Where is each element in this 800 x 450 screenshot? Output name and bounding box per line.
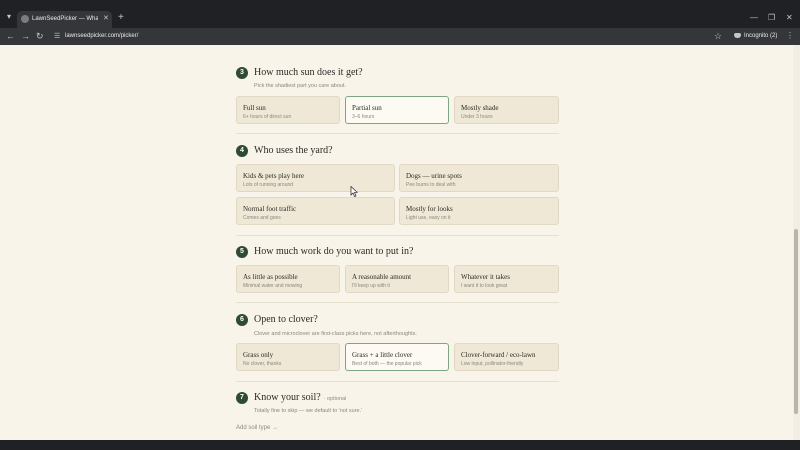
page-scrollbar[interactable] — [793, 45, 800, 440]
url-text: lawnseedpicker.com/picker/ — [65, 33, 139, 39]
question-header: 4 Who uses the yard? — [236, 144, 559, 158]
option-dogs[interactable]: Dogs — urine spots Pee burns to deal wit… — [399, 164, 559, 192]
incognito-badge[interactable]: Incognito (2) — [734, 31, 777, 41]
incognito-label: Incognito (2) — [744, 33, 778, 39]
option-subtitle: I'll keep up with it — [352, 283, 390, 289]
option-subtitle: 6+ hours of direct sun — [243, 114, 292, 120]
option-title: Clover-forward / eco-lawn — [461, 351, 536, 359]
tab-strip: ▾ LawnSeedPicker — What should ✕ + — ❐ ✕ — [0, 0, 800, 28]
window-close-icon[interactable]: ✕ — [786, 13, 793, 23]
question-title: Who uses the yard? — [254, 145, 333, 156]
question-yard-use: 4 Who uses the yard? — [236, 144, 559, 158]
option-subtitle: Comes and goes — [243, 215, 281, 221]
section-divider — [236, 302, 559, 303]
option-subtitle: Pee burns to deal with — [406, 182, 456, 188]
question-number: 5 — [236, 246, 248, 258]
section-divider — [236, 133, 559, 134]
browser-toolbar: ← → ↻ ☰ lawnseedpicker.com/picker/ ☆ Inc… — [0, 28, 800, 45]
minimize-icon[interactable]: — — [750, 13, 758, 23]
option-mostly-looks[interactable]: Mostly for looks Light use, easy on it — [399, 197, 559, 225]
option-full-sun[interactable]: Full sun 6+ hours of direct sun — [236, 96, 340, 124]
question-subtitle: Clover and microclover are first-class p… — [254, 331, 417, 337]
question-header: 6 Open to clover? — [236, 313, 559, 327]
option-title: Grass + a little clover — [352, 351, 413, 359]
option-subtitle: Under 3 hours — [461, 114, 493, 120]
mouse-pointer-icon — [350, 186, 358, 197]
question-clover: 6 Open to clover? Clover and microclover… — [236, 313, 559, 337]
question-title: How much sun does it get? — [254, 67, 363, 78]
arrow-left-icon[interactable]: ← — [6, 31, 15, 42]
option-title: A reasonable amount — [352, 273, 412, 281]
option-whatever-it-takes[interactable]: Whatever it takes I want it to look grea… — [454, 265, 559, 293]
add-soil-type-link[interactable]: Add soil type → — [236, 424, 278, 433]
option-title: Whatever it takes — [461, 273, 510, 281]
question-header: 5 How much work do you want to put in? — [236, 245, 559, 259]
question-subtitle: Totally fine to skip — we default to 'no… — [254, 408, 363, 414]
close-icon[interactable]: ✕ — [103, 14, 109, 24]
question-header: 7 Know your soil? · optional — [236, 391, 559, 405]
option-title: As little as possible — [243, 273, 298, 281]
option-grass-only[interactable]: Grass only No clover, thanks — [236, 343, 340, 371]
question-sun: 3 How much sun does it get? Pick the sha… — [236, 66, 559, 89]
scrollbar-thumb[interactable] — [794, 229, 798, 414]
section-divider — [236, 381, 559, 382]
option-subtitle: Light use, easy on it — [406, 215, 451, 221]
option-subtitle: Best of both — the popular pick — [352, 361, 422, 367]
option-partial-sun[interactable]: Partial sun 3–6 hours — [345, 96, 449, 124]
optional-label: · optional — [323, 396, 347, 402]
restore-icon[interactable]: ❐ — [768, 13, 775, 23]
option-subtitle: Minimal water and mowing — [243, 283, 303, 289]
question-number: 7 — [236, 392, 248, 404]
chevron-down-icon[interactable]: ▾ — [4, 12, 14, 22]
option-title: Partial sun — [352, 104, 382, 112]
question-title: Know your soil? · optional — [254, 391, 346, 406]
question-title-text: Know your soil? — [254, 392, 321, 403]
option-kids-pets[interactable]: Kids & pets play here Lots of running ar… — [236, 164, 395, 192]
option-title: Dogs — urine spots — [406, 172, 462, 180]
option-title: Grass only — [243, 351, 274, 359]
incognito-icon — [734, 32, 741, 38]
page-viewport: 3 How much sun does it get? Pick the sha… — [0, 45, 793, 440]
kebab-menu-icon[interactable]: ⋮ — [786, 31, 794, 41]
option-title: Full sun — [243, 104, 266, 112]
option-title: Kids & pets play here — [243, 172, 305, 180]
option-title: Mostly for looks — [406, 205, 453, 213]
arrow-right-icon[interactable]: → — [21, 31, 30, 42]
option-clover-forward[interactable]: Clover-forward / eco-lawn Low input, pol… — [454, 343, 559, 371]
tune-icon[interactable]: ☰ — [54, 31, 60, 42]
address-bar[interactable]: ☰ lawnseedpicker.com/picker/ ☆ — [50, 29, 730, 44]
option-subtitle: Low input, pollinator-friendly — [461, 361, 524, 367]
option-title: Mostly shade — [461, 104, 499, 112]
option-normal-traffic[interactable]: Normal foot traffic Comes and goes — [236, 197, 395, 225]
globe-icon — [21, 15, 29, 23]
option-title: Normal foot traffic — [243, 205, 297, 213]
option-grass-little-clover[interactable]: Grass + a little clover Best of both — t… — [345, 343, 449, 371]
option-subtitle: I want it to look great — [461, 283, 508, 289]
question-title: How much work do you want to put in? — [254, 246, 414, 257]
option-subtitle: Lots of running around — [243, 182, 294, 188]
question-soil: 7 Know your soil? · optional Totally fine… — [236, 391, 559, 414]
option-subtitle: No clover, thanks — [243, 361, 282, 367]
window-bottom-edge — [0, 440, 800, 450]
option-reasonable-work[interactable]: A reasonable amount I'll keep up with it — [345, 265, 449, 293]
question-header: 3 How much sun does it get? — [236, 66, 559, 80]
option-little-work[interactable]: As little as possible Minimal water and … — [236, 265, 340, 293]
tab-title: LawnSeedPicker — What should — [32, 16, 98, 22]
reload-icon[interactable]: ↻ — [36, 31, 44, 42]
plus-icon[interactable]: + — [118, 12, 124, 24]
section-divider — [236, 235, 559, 236]
question-number: 6 — [236, 314, 248, 326]
star-icon[interactable]: ☆ — [714, 30, 722, 42]
question-title: Open to clover? — [254, 314, 318, 325]
question-number: 4 — [236, 145, 248, 157]
browser-tab[interactable]: LawnSeedPicker — What should ✕ — [17, 11, 112, 28]
question-number: 3 — [236, 67, 248, 79]
option-mostly-shade[interactable]: Mostly shade Under 3 hours — [454, 96, 559, 124]
option-subtitle: 3–6 hours — [352, 114, 375, 120]
question-subtitle: Pick the shadiest part you care about. — [254, 83, 347, 89]
question-work: 5 How much work do you want to put in? — [236, 245, 559, 259]
